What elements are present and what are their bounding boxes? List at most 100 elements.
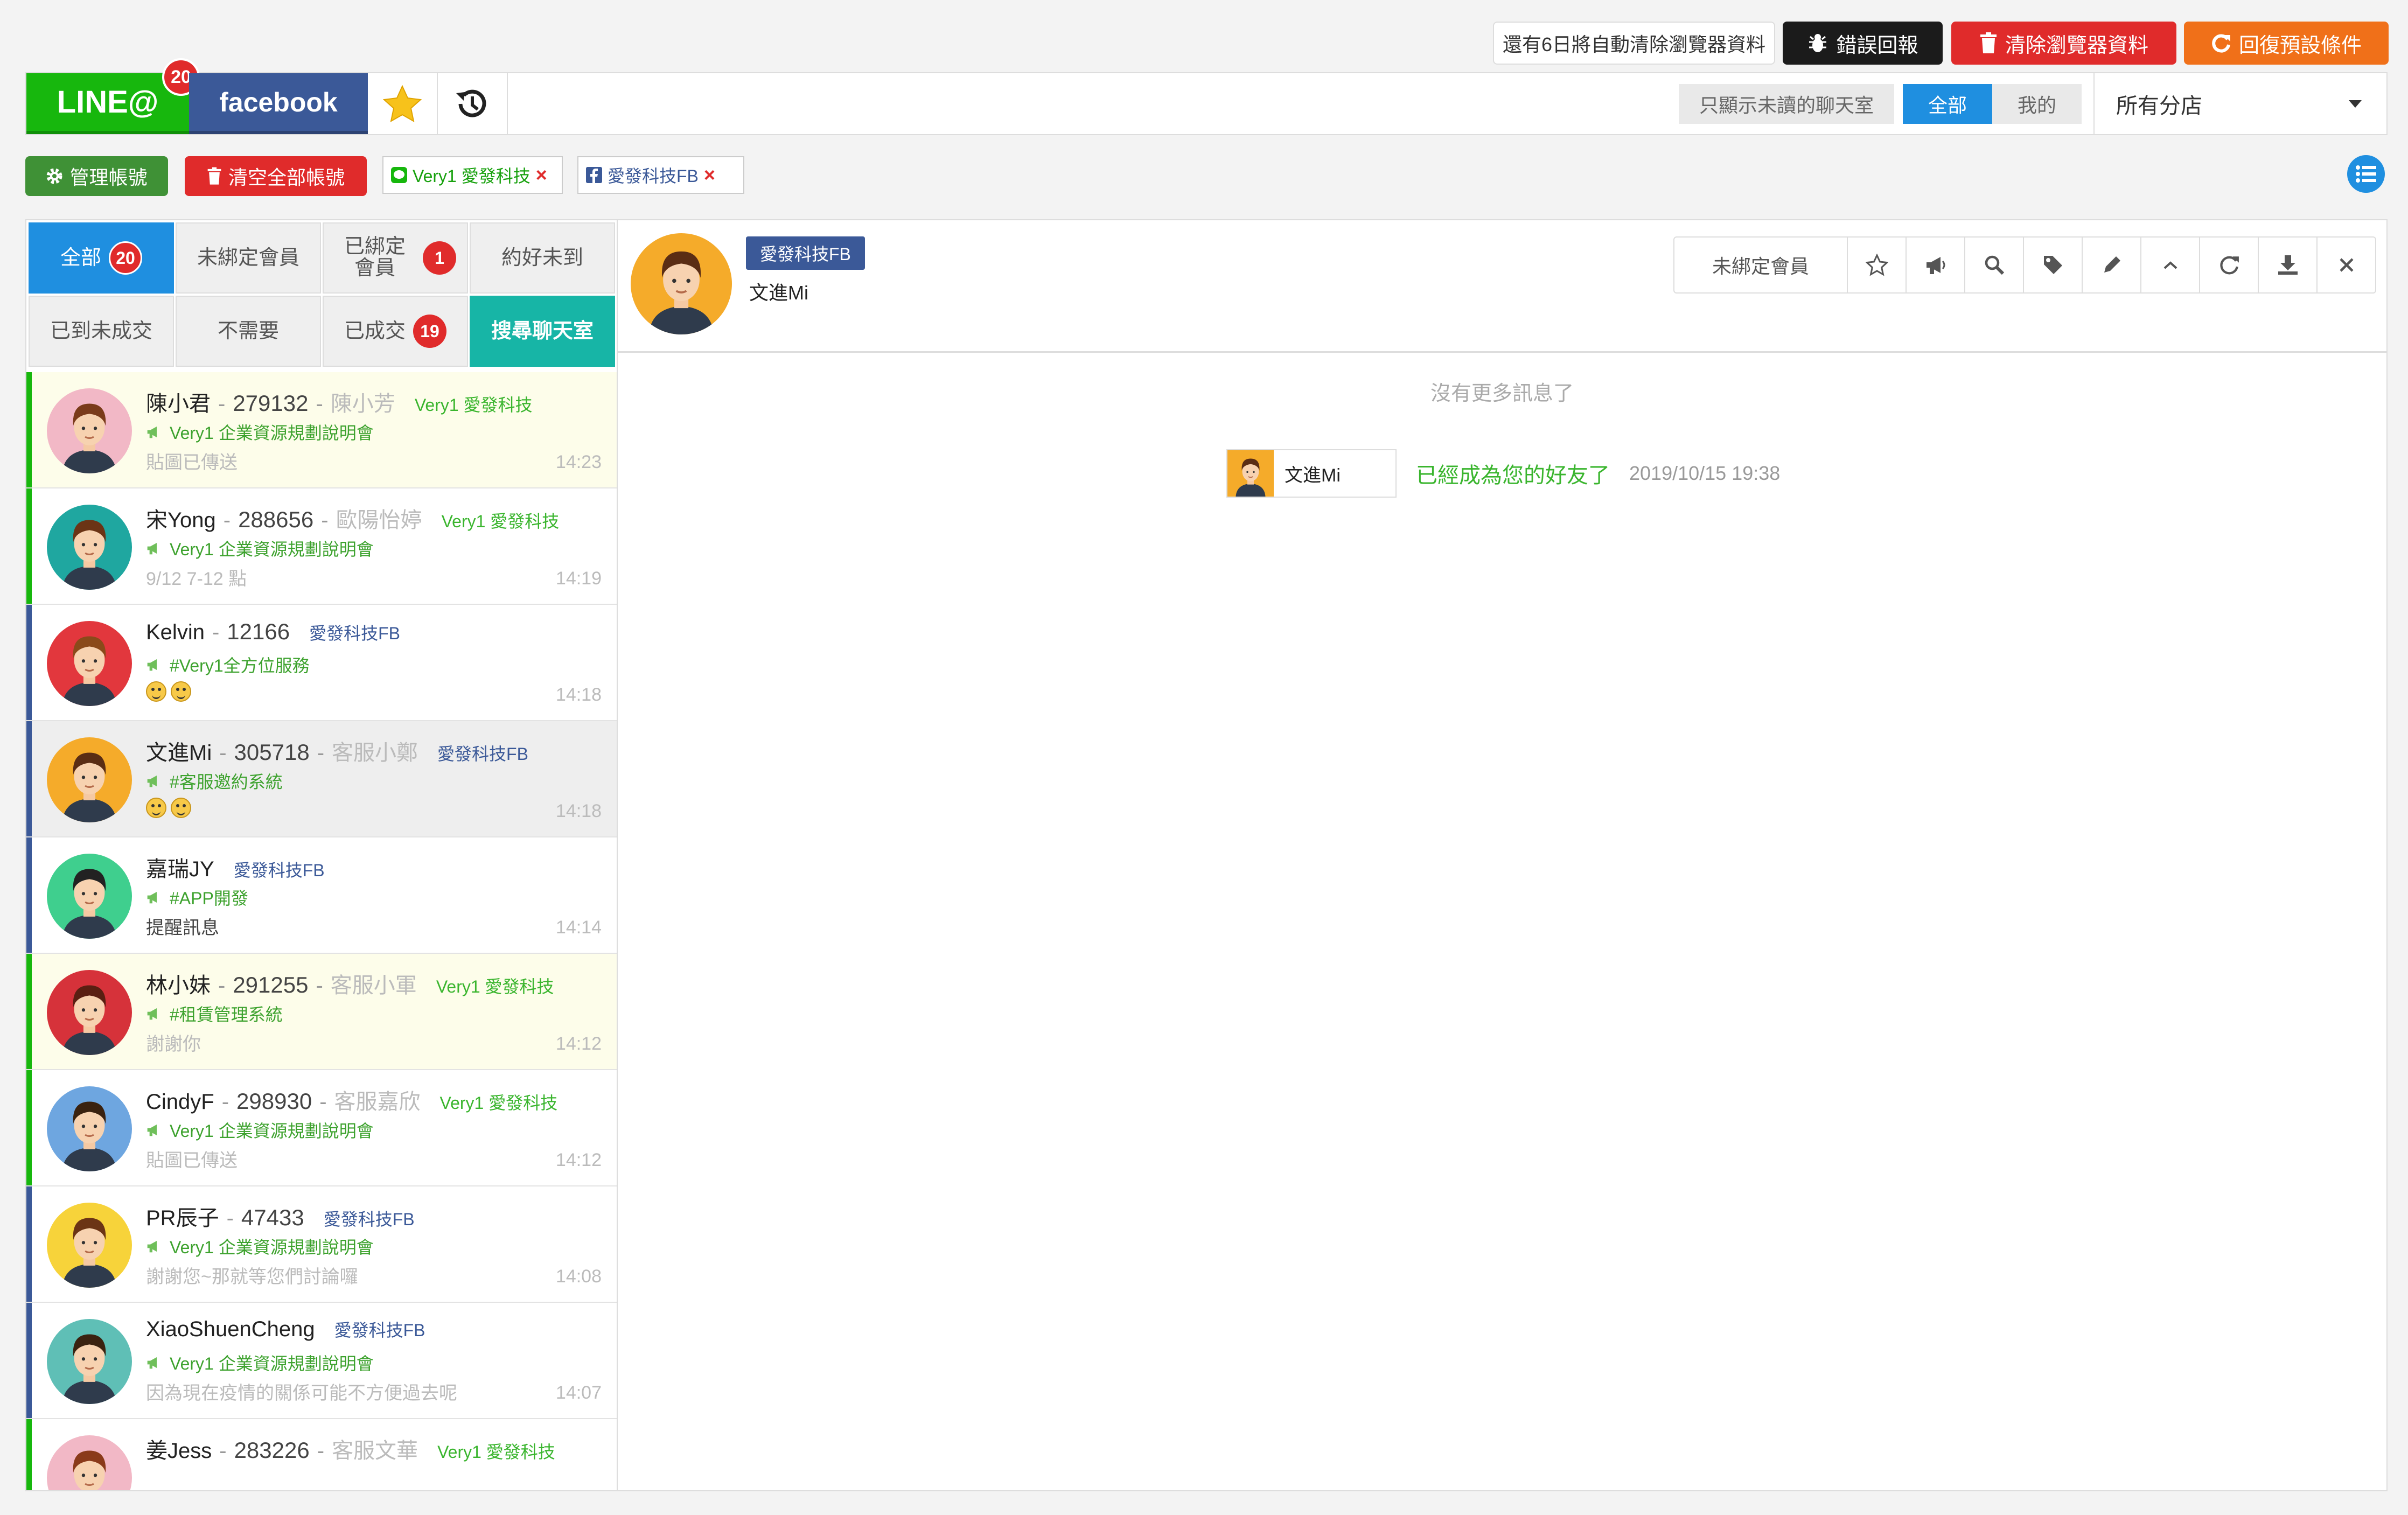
clear-browser-data-button[interactable]: 清除瀏覽器資料: [1951, 22, 2176, 65]
search-chatroom-label: 搜尋聊天室: [491, 320, 594, 343]
remove-icon[interactable]: ×: [704, 164, 715, 186]
filter-mine[interactable]: 我的: [1992, 84, 2082, 124]
avatar: [47, 621, 132, 706]
chat-item-header: XiaoShuenCheng 愛發科技FB: [146, 1317, 425, 1342]
campaign-tag: Very1 企業資源規劃說明會: [146, 1118, 374, 1142]
campaign-tag-label: #客服邀約系統: [170, 772, 283, 792]
avatar: [47, 1203, 132, 1288]
tag-button[interactable]: [2023, 238, 2082, 292]
member-id: 288656: [238, 507, 314, 532]
tag-icon: [2042, 254, 2064, 276]
campaign-tag-label: Very1 企業資源規劃說明會: [170, 540, 374, 559]
avatar: [47, 1086, 132, 1171]
chat-list-item[interactable]: 嘉瑞JY 愛發科技FB #APP開發 提醒訊息 14:14: [26, 837, 617, 954]
avatar: [1227, 450, 1274, 497]
member-id: 305718: [234, 739, 310, 765]
chat-list-item[interactable]: 姜Jess -283226- 客服文華 Very1 愛發科技: [26, 1419, 617, 1490]
account-label: Very1 愛發科技: [437, 1442, 555, 1462]
list-icon[interactable]: [2347, 155, 2385, 193]
status-tab-unbound[interactable]: 未綁定會員: [176, 222, 321, 294]
account-chip-line[interactable]: Very1 愛發科技 ×: [382, 156, 563, 194]
store-select[interactable]: 所有分店: [2093, 73, 2388, 134]
last-message-preview: 9/12 7-12 點: [146, 569, 247, 589]
campaign-tag-label: Very1 企業資源規劃說明會: [170, 423, 374, 443]
contact-name: 林小妹: [146, 974, 211, 997]
account-label: 愛發科技FB: [233, 861, 325, 880]
campaign-tag-label: #Very1全方位服務: [170, 656, 310, 675]
refresh-icon: [2211, 33, 2231, 53]
conversation-header: 愛發科技FB 文進Mi 未綁定會員: [618, 220, 2386, 353]
member-id: 47433: [241, 1205, 304, 1230]
channel-indicator: [26, 1303, 32, 1418]
member-status-button[interactable]: 未綁定會員: [1674, 238, 1847, 292]
close-button[interactable]: [2316, 238, 2375, 292]
tab-history[interactable]: [438, 73, 508, 134]
avatar: [47, 970, 132, 1055]
channel-indicator: [26, 372, 32, 487]
collapse-button[interactable]: [2140, 238, 2199, 292]
status-tab-no-show[interactable]: 約好未到: [470, 222, 615, 294]
restore-defaults-button[interactable]: 回復預設條件: [2184, 22, 2389, 65]
search-chatroom-button[interactable]: 搜尋聊天室: [470, 296, 615, 367]
status-tab-all[interactable]: 全部 20: [29, 222, 174, 294]
clear-all-accounts-button[interactable]: 清空全部帳號: [185, 156, 367, 196]
chat-list-item[interactable]: Kelvin -12166 愛發科技FB #Very1全方位服務 14:18: [26, 605, 617, 721]
chat-list-item[interactable]: CindyF -298930- 客服嘉欣 Very1 愛發科技 Very1 企業資源規劃…: [26, 1070, 617, 1186]
account-chip-label: Very1 愛發科技: [413, 166, 531, 186]
chat-list-item[interactable]: 文進Mi -305718- 客服小鄭 愛發科技FB #客服邀約系統 14:18: [26, 721, 617, 837]
account-label: Very1 愛發科技: [441, 512, 560, 531]
contact-name: 文進Mi: [146, 741, 212, 765]
channel-indicator: [26, 1186, 32, 1302]
separator: -: [212, 620, 220, 644]
download-button[interactable]: [2258, 238, 2316, 292]
notice-text: 還有6日將自動清除瀏覽器資料: [1502, 33, 1766, 55]
status-tab-closed[interactable]: 已成交 19: [323, 296, 468, 367]
status-tab-arrived-not-closed[interactable]: 已到未成交: [29, 296, 174, 367]
caret-down-icon: [2349, 100, 2362, 108]
contact-name: 陳小君: [146, 392, 211, 416]
account-chip-facebook[interactable]: 愛發科技FB ×: [577, 156, 744, 194]
refresh-button[interactable]: [2199, 238, 2258, 292]
tab-favorites[interactable]: [368, 73, 438, 134]
edit-button[interactable]: [2082, 238, 2140, 292]
filter-unread-only[interactable]: 只顯示未讀的聊天室: [1679, 84, 1894, 124]
campaign-tag-label: Very1 企業資源規劃說明會: [170, 1238, 374, 1257]
chat-item-header: 林小妹 -291255- 客服小軍 Very1 愛發科技: [146, 968, 554, 999]
contact-name: Kelvin: [146, 620, 205, 644]
clear-all-accounts-label: 清空全部帳號: [228, 166, 345, 188]
chat-list-item[interactable]: PR辰子 -47433 愛發科技FB Very1 企業資源規劃說明會 謝謝您~那就等您們…: [26, 1186, 617, 1303]
error-report-button[interactable]: 錯誤回報: [1783, 22, 1943, 65]
contact-name: 文進Mi: [749, 282, 808, 304]
status-tab-bound[interactable]: 已綁定會員 1: [323, 222, 468, 294]
account-chip-label: 愛發科技FB: [608, 166, 699, 186]
search-button[interactable]: [1964, 238, 2023, 292]
campaign-tag: #租賃管理系統: [146, 1001, 283, 1026]
filter-all[interactable]: 全部: [1903, 84, 1992, 124]
contact-name: XiaoShuenCheng: [146, 1317, 315, 1341]
chat-list-item[interactable]: 林小妹 -291255- 客服小軍 Very1 愛發科技 #租賃管理系統 謝謝你 14:12: [26, 954, 617, 1070]
system-message-contact: 文進Mi: [1226, 449, 1397, 498]
chat-list-item[interactable]: XiaoShuenCheng 愛發科技FB Very1 企業資源規劃說明會 因為現在疫…: [26, 1303, 617, 1419]
trash-icon: [207, 167, 222, 185]
channel-bar: LINE@ 20 facebook 只顯示未讀的聊天室 全部 我的 所有分店: [25, 58, 2388, 135]
account-label: 愛發科技FB: [334, 1321, 425, 1340]
message-time: 14:19: [555, 568, 602, 589]
manage-accounts-button[interactable]: 管理帳號: [25, 156, 168, 196]
broadcast-button[interactable]: [1906, 238, 1964, 292]
emoji-icon: [171, 681, 191, 702]
status-tab-not-needed[interactable]: 不需要: [176, 296, 321, 367]
avatar: [47, 1435, 132, 1490]
count-badge: 20: [109, 241, 142, 275]
remove-icon[interactable]: ×: [536, 164, 547, 186]
chat-list-item[interactable]: 陳小君 -279132- 陳小芳 Very1 愛發科技 Very1 企業資源規劃說明會貼…: [26, 372, 617, 488]
megaphone-icon: [146, 774, 161, 788]
chat-list-item[interactable]: 宋Yong -288656- 歐陽怡婷 Very1 愛發科技 Very1 企業資源規劃說…: [26, 488, 617, 605]
filter-unread-label: 只顯示未讀的聊天室: [1699, 94, 1874, 116]
tab-facebook[interactable]: facebook: [189, 73, 368, 134]
megaphone-icon: [146, 541, 161, 555]
status-tab-label: 已綁定會員: [344, 235, 406, 280]
avatar: [47, 505, 132, 590]
emoji-icon: [171, 798, 191, 819]
favorite-button[interactable]: [1847, 238, 1906, 292]
tab-facebook-label: facebook: [219, 87, 338, 117]
